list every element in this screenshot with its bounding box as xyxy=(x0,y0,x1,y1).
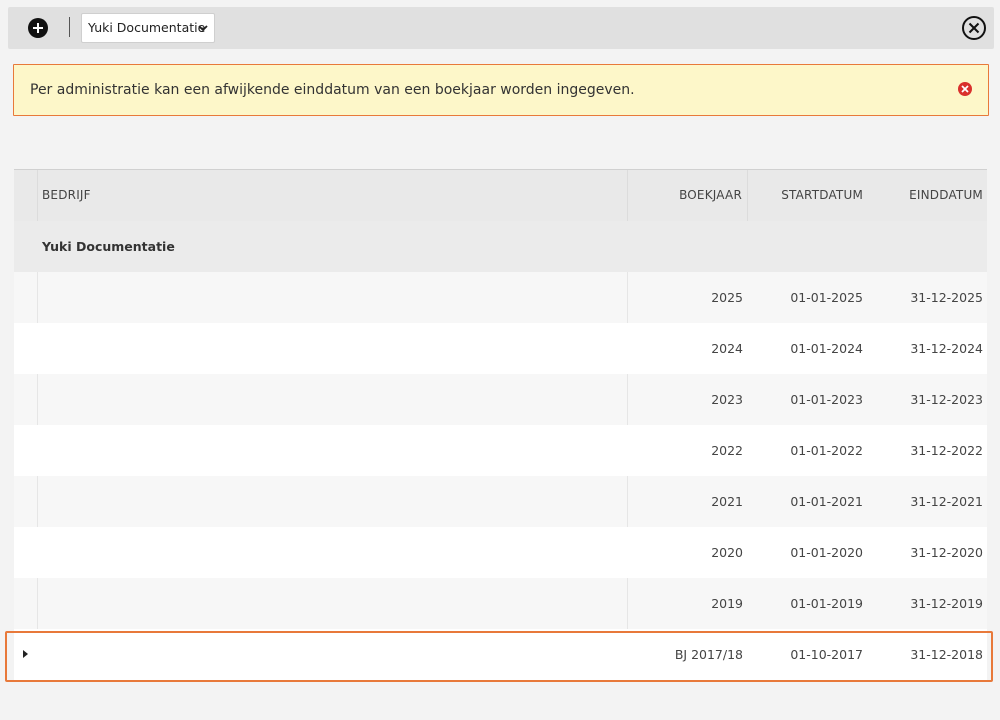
start-date-cell: 01-01-2020 xyxy=(790,545,863,560)
column-header-start[interactable]: STARTDATUM xyxy=(748,170,868,221)
group-company-name: Yuki Documentatie xyxy=(42,239,175,254)
table-row[interactable]: 2025 01-01-2025 31-12-2025 xyxy=(14,272,987,323)
start-date-cell: 01-01-2021 xyxy=(790,494,863,509)
table-row[interactable]: 2021 01-01-2021 31-12-2021 xyxy=(14,476,987,527)
table-row[interactable]: BJ 2017/18 01-10-2017 31-12-2018 xyxy=(14,629,987,680)
end-date-cell: 31-12-2023 xyxy=(910,392,983,407)
year-cell: 2019 xyxy=(711,596,743,611)
year-cell: 2021 xyxy=(711,494,743,509)
end-date-cell: 31-12-2020 xyxy=(910,545,983,560)
column-header-end[interactable]: EINDDATUM xyxy=(868,170,987,221)
end-date-cell: 31-12-2018 xyxy=(910,647,983,662)
start-date-cell: 01-01-2023 xyxy=(790,392,863,407)
group-row: Yuki Documentatie xyxy=(14,221,987,272)
chevron-down-icon xyxy=(198,25,208,32)
year-cell: 2022 xyxy=(711,443,743,458)
toolbar-divider xyxy=(69,17,70,37)
table-row[interactable]: 2023 01-01-2023 31-12-2023 xyxy=(14,374,987,425)
table-row[interactable]: 2019 01-01-2019 31-12-2019 xyxy=(14,578,987,629)
table-row[interactable]: 2022 01-01-2022 31-12-2022 xyxy=(14,425,987,476)
start-date-cell: 01-01-2025 xyxy=(790,290,863,305)
end-date-cell: 31-12-2024 xyxy=(910,341,983,356)
end-date-cell: 31-12-2022 xyxy=(910,443,983,458)
year-cell: 2023 xyxy=(711,392,743,407)
chevron-right-icon[interactable] xyxy=(23,650,28,658)
table-row[interactable]: 2024 01-01-2024 31-12-2024 xyxy=(14,323,987,374)
error-close-icon[interactable] xyxy=(958,82,972,96)
company-select-value: Yuki Documentatie xyxy=(88,20,206,35)
year-cell: 2025 xyxy=(711,290,743,305)
year-cell: 2024 xyxy=(711,341,743,356)
column-header-company[interactable]: BEDRIJF xyxy=(38,170,628,221)
close-circle-icon[interactable] xyxy=(962,16,986,40)
end-date-cell: 31-12-2019 xyxy=(910,596,983,611)
start-date-cell: 01-01-2019 xyxy=(790,596,863,611)
company-select[interactable]: Yuki Documentatie xyxy=(81,13,215,43)
start-date-cell: 01-01-2022 xyxy=(790,443,863,458)
table-header: BEDRIJF BOEKJAAR STARTDATUM EINDDATUM xyxy=(14,170,987,221)
fiscal-year-table: BEDRIJF BOEKJAAR STARTDATUM EINDDATUM Yu… xyxy=(14,169,987,680)
info-alert: Per administratie kan een afwijkende ein… xyxy=(13,64,989,116)
toolbar: Yuki Documentatie xyxy=(8,7,994,49)
start-date-cell: 01-01-2024 xyxy=(790,341,863,356)
end-date-cell: 31-12-2021 xyxy=(910,494,983,509)
end-date-cell: 31-12-2025 xyxy=(910,290,983,305)
alert-message: Per administratie kan een afwijkende ein… xyxy=(30,82,635,98)
year-cell: BJ 2017/18 xyxy=(674,647,743,662)
year-cell: 2020 xyxy=(711,545,743,560)
table-row[interactable]: 2020 01-01-2020 31-12-2020 xyxy=(14,527,987,578)
plus-circle-icon[interactable] xyxy=(28,18,48,38)
start-date-cell: 01-10-2017 xyxy=(790,647,863,662)
column-header-year[interactable]: BOEKJAAR xyxy=(628,170,748,221)
